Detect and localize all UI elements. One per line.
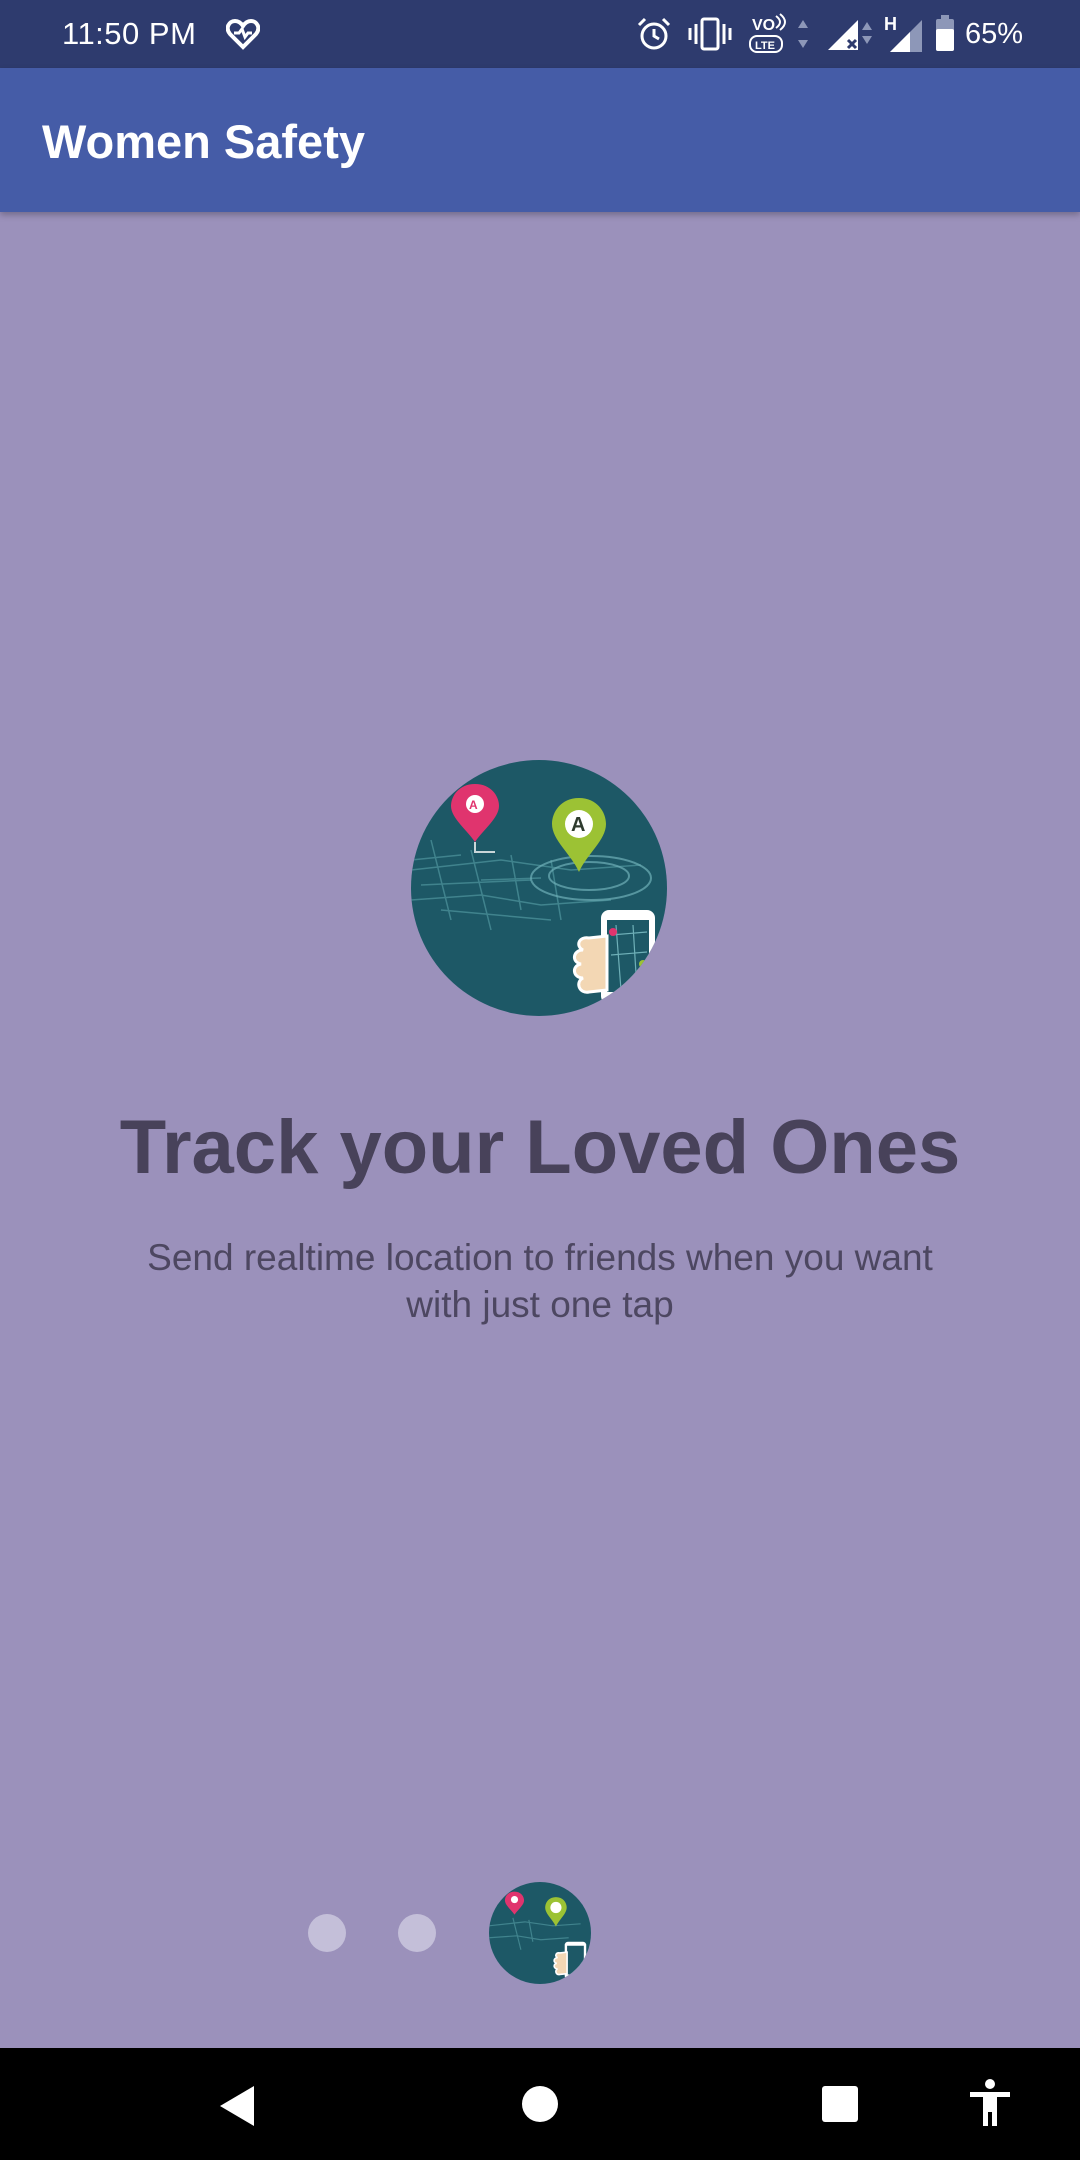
slide-description: Send realtime location to friends when y…	[80, 1234, 1000, 1328]
volte-icon: VO LTE	[749, 13, 786, 53]
page-indicator-3-active[interactable]	[489, 1882, 591, 1984]
back-button[interactable]	[216, 2084, 258, 2128]
signal-icon	[828, 20, 858, 50]
accessibility-button[interactable]	[968, 2078, 1012, 2128]
navigation-bar	[0, 2048, 1080, 2160]
svg-text:H: H	[884, 14, 897, 34]
track-location-illustration: A A	[411, 760, 667, 1016]
home-button[interactable]	[520, 2084, 560, 2124]
slide-title: Track your Loved Ones	[119, 1105, 961, 1190]
status-time: 11:50 PM	[62, 16, 197, 51]
slide-description-line-2: with just one tap	[406, 1284, 674, 1325]
onboarding-screen: 11:50 PM VO LTE H 65% Women Safety A A T…	[0, 0, 1080, 2160]
recents-button[interactable]	[820, 2084, 860, 2124]
app-title: Women Safety	[42, 115, 365, 168]
page-indicator-2[interactable]	[398, 1914, 436, 1952]
data-activity-icon	[798, 20, 808, 48]
status-bar: 11:50 PM VO LTE H 65%	[0, 0, 1080, 68]
svg-text:LTE: LTE	[755, 40, 775, 52]
heart-monitor-icon	[226, 18, 260, 50]
vibrate-icon	[688, 17, 732, 51]
svg-text:VO: VO	[752, 17, 775, 34]
svg-text:A: A	[571, 814, 585, 836]
page-indicator-1[interactable]	[308, 1914, 346, 1952]
battery-percent: 65%	[965, 18, 1024, 50]
signal-h-icon: H	[862, 14, 922, 52]
battery-icon	[936, 15, 954, 51]
app-bar: Women Safety	[0, 68, 1080, 212]
alarm-icon	[637, 17, 671, 50]
slide-description-line-1: Send realtime location to friends when y…	[147, 1237, 933, 1278]
svg-text:A: A	[469, 798, 478, 812]
